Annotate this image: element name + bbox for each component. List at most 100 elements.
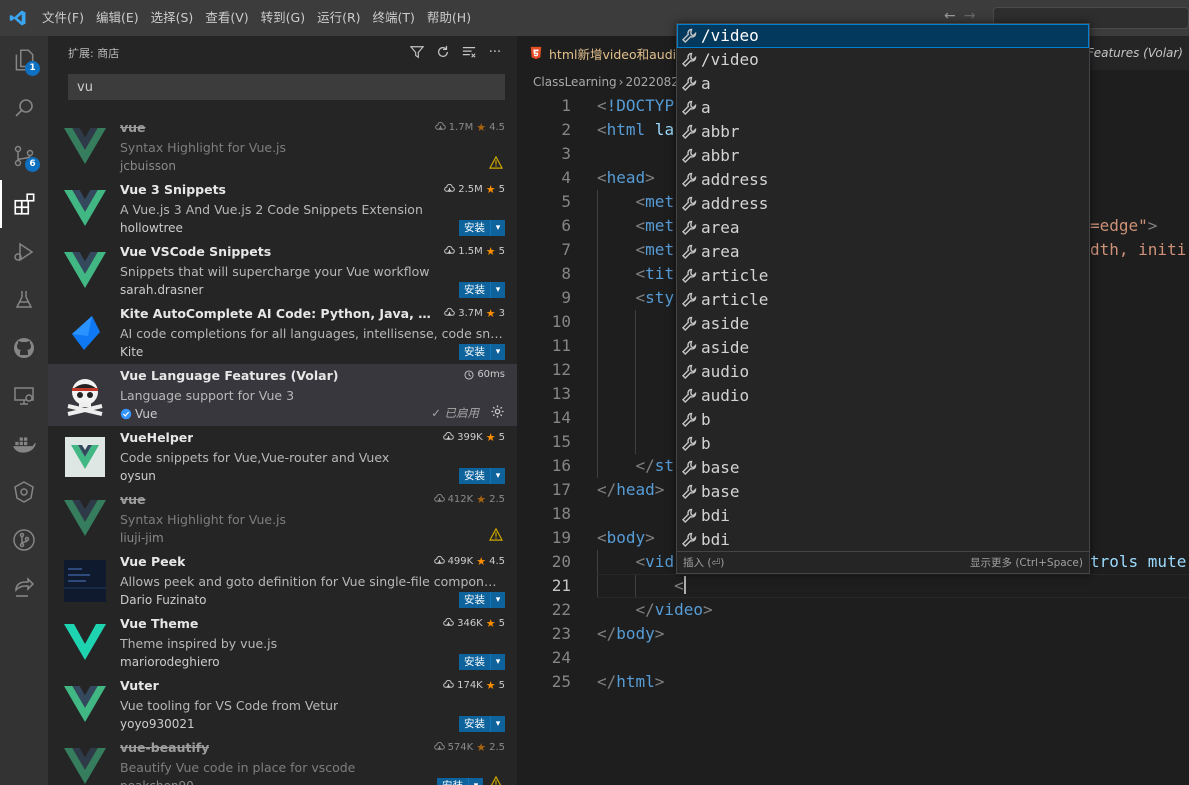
extension-item[interactable]: Vue Theme Theme inspired by vue.js mario…: [48, 612, 517, 674]
refresh-icon[interactable]: [435, 44, 451, 60]
tab-html-file[interactable]: html新增video和audio: [517, 36, 687, 70]
suggest-item[interactable]: abbr: [677, 120, 1089, 144]
install-button[interactable]: 安装: [459, 654, 490, 670]
breadcrumb-item[interactable]: 2022082: [625, 75, 678, 89]
warning-icon[interactable]: [488, 527, 504, 545]
install-options-chevron-icon[interactable]: ▾: [468, 778, 483, 785]
suggest-item[interactable]: audio: [677, 384, 1089, 408]
suggest-item[interactable]: /video: [677, 48, 1089, 72]
forward-arrow-icon[interactable]: →: [964, 8, 976, 24]
install-button[interactable]: 安装: [459, 344, 490, 360]
install-button[interactable]: 安装: [459, 282, 490, 298]
tab-volar-features[interactable]: Features (Volar): [1087, 46, 1183, 60]
code-line[interactable]: 25 </html>: [517, 670, 1189, 694]
suggest-item[interactable]: bdi: [677, 528, 1089, 552]
install-options-chevron-icon[interactable]: ▾: [490, 468, 505, 484]
extensions-icon[interactable]: [0, 180, 48, 228]
vscode-logo-icon[interactable]: [0, 0, 36, 36]
menu-item[interactable]: 运行(R): [311, 0, 366, 36]
extension-item[interactable]: VueHelper Code snippets for Vue,Vue-rout…: [48, 426, 517, 488]
install-button[interactable]: 安装: [459, 468, 490, 484]
github-icon[interactable]: [0, 324, 48, 372]
menu-item[interactable]: 终端(T): [367, 0, 421, 36]
menu-item[interactable]: 查看(V): [199, 0, 254, 36]
extension-item[interactable]: vue-beautify Beautify Vue code in place …: [48, 736, 517, 785]
menu-item[interactable]: 转到(G): [255, 0, 311, 36]
extension-publisher[interactable]: sarah.drasner: [120, 283, 203, 297]
suggest-item[interactable]: address: [677, 192, 1089, 216]
kubernetes-icon[interactable]: [0, 468, 48, 516]
suggest-item[interactable]: base: [677, 456, 1089, 480]
extension-publisher[interactable]: Dario Fuzinato: [120, 593, 207, 607]
extension-item[interactable]: Vue Language Features (Volar) Language s…: [48, 364, 517, 426]
install-options-chevron-icon[interactable]: ▾: [490, 282, 505, 298]
menu-item[interactable]: 选择(S): [145, 0, 200, 36]
suggest-item[interactable]: a: [677, 72, 1089, 96]
extension-publisher[interactable]: peakchen90: [120, 779, 194, 785]
more-actions-icon[interactable]: ···: [487, 44, 503, 60]
extension-item[interactable]: Vuter Vue tooling for VS Code from Vetur…: [48, 674, 517, 736]
code-line[interactable]: 23 </body>: [517, 622, 1189, 646]
install-options-chevron-icon[interactable]: ▾: [490, 220, 505, 236]
live-share-icon[interactable]: [0, 564, 48, 612]
suggest-item[interactable]: aside: [677, 336, 1089, 360]
extension-publisher[interactable]: yoyo930021: [120, 717, 195, 731]
extension-publisher[interactable]: mariorodeghiero: [120, 655, 220, 669]
filter-icon[interactable]: [409, 44, 425, 60]
extension-item[interactable]: Vue 3 Snippets A Vue.js 3 And Vue.js 2 C…: [48, 178, 517, 240]
run-debug-icon[interactable]: [0, 228, 48, 276]
extension-item[interactable]: vue Syntax Highlight for Vue.js liuji-ji…: [48, 488, 517, 550]
suggest-item[interactable]: article: [677, 288, 1089, 312]
code-line[interactable]: 24: [517, 646, 1189, 670]
search-icon[interactable]: [0, 84, 48, 132]
suggest-more-hint[interactable]: 显示更多 (Ctrl+Space): [970, 555, 1083, 570]
suggest-item[interactable]: b: [677, 408, 1089, 432]
extension-search-input[interactable]: vu: [68, 74, 505, 100]
menu-item[interactable]: 帮助(H): [421, 0, 477, 36]
install-button[interactable]: 安装: [437, 778, 468, 785]
install-options-chevron-icon[interactable]: ▾: [490, 592, 505, 608]
source-control-icon[interactable]: 6: [0, 132, 48, 180]
suggest-item[interactable]: base: [677, 480, 1089, 504]
git-graph-icon[interactable]: [0, 516, 48, 564]
extension-publisher[interactable]: jcbuisson: [120, 159, 176, 173]
extension-publisher[interactable]: liuji-jim: [120, 531, 164, 545]
explorer-icon[interactable]: 1: [0, 36, 48, 84]
extension-publisher[interactable]: Kite: [120, 345, 143, 359]
suggest-item[interactable]: a: [677, 96, 1089, 120]
code-line[interactable]: 21 <: [517, 574, 1189, 598]
suggest-item[interactable]: article: [677, 264, 1089, 288]
warning-icon[interactable]: [489, 775, 503, 785]
install-options-chevron-icon[interactable]: ▾: [490, 344, 505, 360]
suggest-item[interactable]: b: [677, 432, 1089, 456]
gear-icon[interactable]: [490, 404, 505, 423]
suggest-item[interactable]: abbr: [677, 144, 1089, 168]
extension-publisher[interactable]: hollowtree: [120, 221, 183, 235]
warning-icon[interactable]: [488, 155, 504, 173]
suggest-item[interactable]: /video: [677, 24, 1089, 48]
suggest-item[interactable]: bdi: [677, 504, 1089, 528]
suggest-item[interactable]: aside: [677, 312, 1089, 336]
extension-item[interactable]: Kite AutoComplete AI Code: Python, Java,…: [48, 302, 517, 364]
install-options-chevron-icon[interactable]: ▾: [490, 716, 505, 732]
back-arrow-icon[interactable]: ←: [944, 8, 956, 24]
test-flask-icon[interactable]: [0, 276, 48, 324]
install-button[interactable]: 安装: [459, 592, 490, 608]
code-line[interactable]: 22 </video>: [517, 598, 1189, 622]
install-button[interactable]: 安装: [459, 716, 490, 732]
docker-icon[interactable]: [0, 420, 48, 468]
extension-item[interactable]: Vue VSCode Snippets Snippets that will s…: [48, 240, 517, 302]
extension-publisher[interactable]: Vue: [120, 407, 157, 421]
extension-publisher[interactable]: oysun: [120, 469, 156, 483]
suggest-item[interactable]: area: [677, 216, 1089, 240]
menu-item[interactable]: 文件(F): [36, 0, 90, 36]
remote-explorer-icon[interactable]: [0, 372, 48, 420]
suggest-item[interactable]: address: [677, 168, 1089, 192]
extension-item[interactable]: vue Syntax Highlight for Vue.js jcbuisso…: [48, 116, 517, 178]
install-options-chevron-icon[interactable]: ▾: [490, 654, 505, 670]
clear-results-icon[interactable]: [461, 44, 477, 60]
menu-item[interactable]: 编辑(E): [90, 0, 145, 36]
breadcrumb-item[interactable]: ClassLearning: [533, 75, 617, 89]
suggest-item[interactable]: audio: [677, 360, 1089, 384]
extension-item[interactable]: Vue Peek Allows peek and goto definition…: [48, 550, 517, 612]
